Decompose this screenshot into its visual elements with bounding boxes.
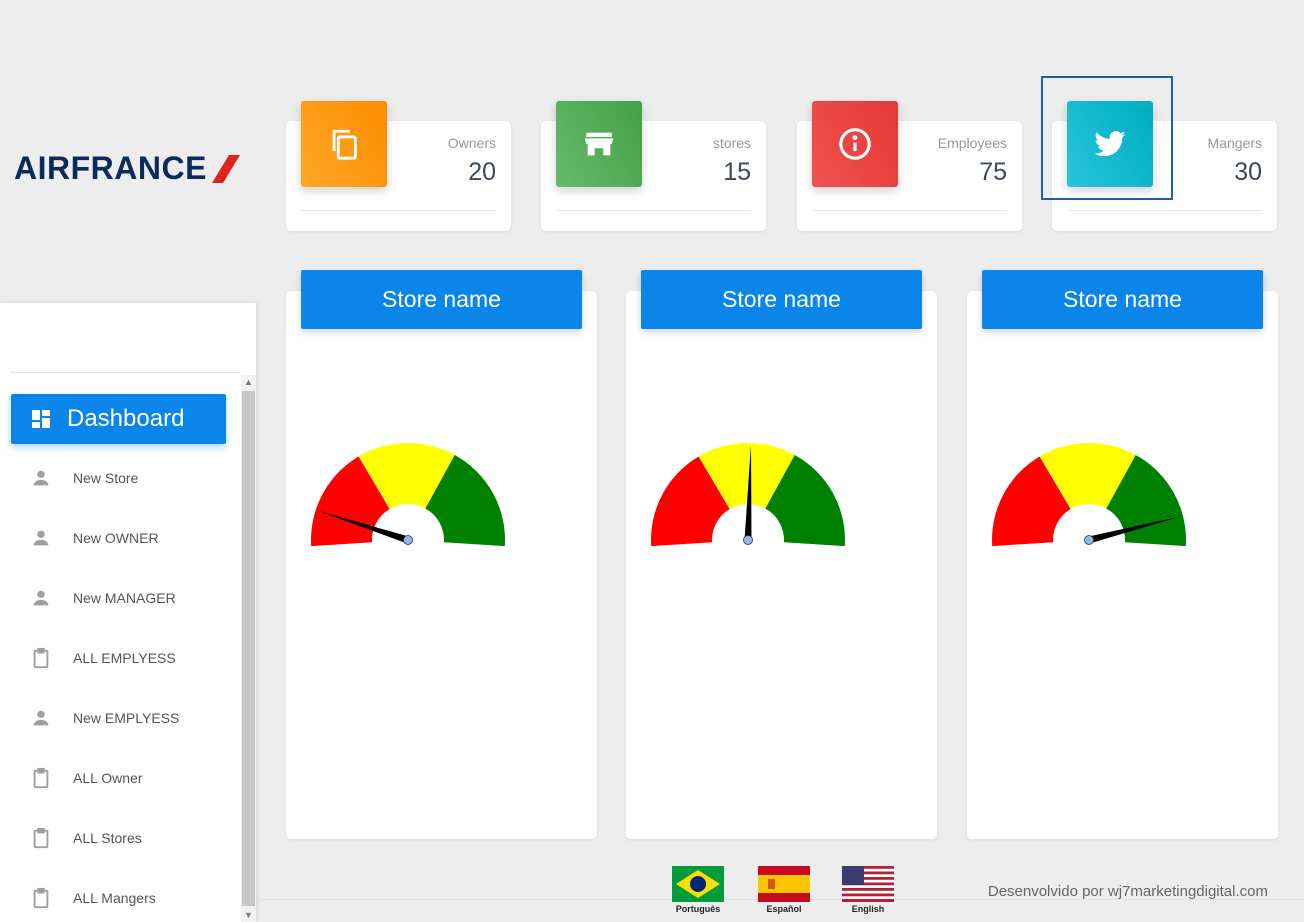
sidebar-item-label: ALL Stores: [73, 830, 142, 846]
usa-flag-icon: [842, 866, 894, 902]
stat-value: 30: [1234, 158, 1262, 186]
stat-card-owners: Owners 20: [286, 101, 511, 231]
language-label: English: [851, 904, 885, 914]
sidebar-item-label: ALL Mangers: [73, 890, 156, 906]
sidebar-item-label: ALL EMPLYESS: [73, 650, 176, 666]
stat-card-employees: Employees 75: [797, 101, 1022, 231]
stat-label: Employees: [937, 135, 1007, 151]
sidebar-item-new-owner[interactable]: New OWNER: [30, 526, 159, 550]
spain-flag-icon: [758, 866, 810, 902]
divider: [556, 210, 751, 211]
gauge-hub: [1084, 535, 1094, 545]
clipboard-icon: [33, 887, 49, 909]
language-label: Español: [766, 904, 802, 914]
footer-credit[interactable]: Desenvolvido por wj7marketingdigital.com: [988, 883, 1268, 900]
gauge-hub: [743, 535, 753, 545]
stat-value: 75: [979, 158, 1007, 186]
sidebar-item-label: New MANAGER: [73, 590, 176, 606]
sidebar-item-all-owner[interactable]: ALL Owner: [30, 766, 143, 790]
store-name-header[interactable]: Store name: [641, 270, 922, 329]
store-gauge: [651, 443, 845, 547]
focus-outline: [1041, 76, 1173, 200]
airfrance-logo[interactable]: AIRFRANCE: [14, 150, 241, 187]
divider: [812, 210, 1007, 211]
gauge-hub: [403, 535, 413, 545]
sidebar-item-dashboard[interactable]: Dashboard: [11, 394, 226, 444]
scrollbar-thumb[interactable]: [242, 391, 255, 906]
store-name-header[interactable]: Store name: [301, 270, 582, 329]
person-icon: [33, 710, 49, 726]
logo-text: AIRFRANCE: [14, 150, 207, 186]
sidebar-item-new-manager[interactable]: New MANAGER: [30, 586, 176, 610]
sidebar-item-label: New OWNER: [73, 530, 159, 546]
logo-slash-icon: [211, 154, 240, 183]
person-icon: [33, 590, 49, 606]
store-card: [286, 291, 597, 839]
copy-icon: [301, 101, 387, 187]
sidebar-item-all-stores[interactable]: ALL Stores: [30, 826, 142, 850]
sidebar-item-new-employees[interactable]: New EMPLYESS: [30, 706, 179, 730]
clipboard-icon: [33, 767, 49, 789]
info-icon: [812, 101, 898, 187]
language-portugues[interactable]: Português: [670, 866, 726, 916]
stat-value: 20: [468, 158, 496, 186]
divider: [1067, 210, 1262, 211]
store-icon: [556, 101, 642, 187]
stat-label: Owners: [447, 135, 496, 151]
clipboard-icon: [33, 647, 49, 669]
person-icon: [33, 530, 49, 546]
person-icon: [33, 470, 49, 486]
sidebar-item-label: Dashboard: [67, 405, 185, 432]
store-card: [626, 291, 937, 839]
sidebar-item-new-store[interactable]: New Store: [30, 466, 138, 490]
language-english[interactable]: English: [840, 866, 896, 916]
sidebar-item-all-mangers[interactable]: ALL Mangers: [30, 886, 156, 910]
sidebar-item-label: ALL Owner: [73, 770, 143, 786]
sidebar: ▲ ▼ Dashboard New Store New OWNER New MA…: [0, 303, 256, 922]
dashboard-icon: [32, 410, 50, 428]
scroll-up-icon[interactable]: ▲: [241, 375, 256, 389]
store-gauge: [311, 443, 505, 547]
sidebar-item-label: New EMPLYESS: [73, 710, 180, 726]
sidebar-item-label: New Store: [73, 470, 139, 486]
brazil-flag-icon: [672, 866, 724, 902]
language-espanol[interactable]: Español: [756, 866, 812, 916]
store-name-header[interactable]: Store name: [982, 270, 1263, 329]
sidebar-item-all-employees[interactable]: ALL EMPLYESS: [30, 646, 176, 670]
language-label: Português: [675, 904, 721, 914]
store-gauge: [992, 443, 1186, 547]
stat-value: 15: [723, 158, 751, 186]
divider: [301, 210, 496, 211]
sidebar-divider: [10, 372, 241, 373]
scroll-down-icon[interactable]: ▼: [241, 908, 256, 922]
sidebar-scrollbar[interactable]: ▲ ▼: [241, 375, 256, 922]
clipboard-icon: [33, 827, 49, 849]
stat-label: Mangers: [1207, 135, 1262, 151]
stat-label: stores: [712, 135, 751, 151]
stat-card-stores: stores 15: [541, 101, 766, 231]
store-card: [967, 291, 1278, 839]
